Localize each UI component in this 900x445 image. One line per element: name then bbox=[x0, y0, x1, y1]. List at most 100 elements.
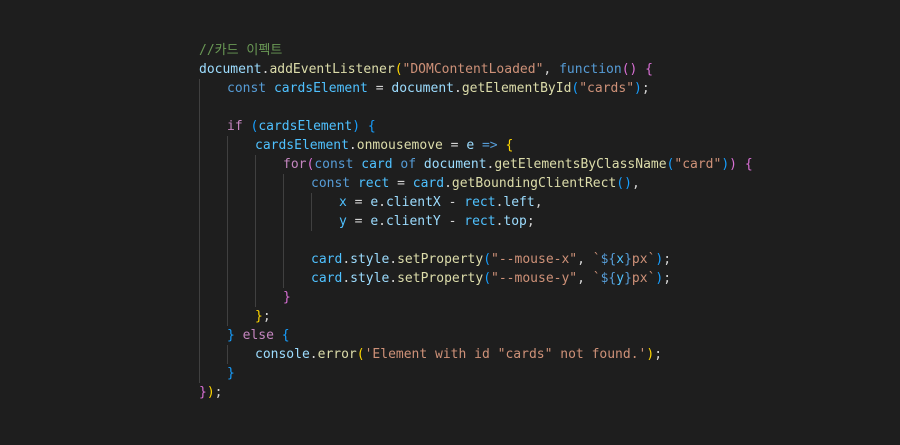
indent-guide bbox=[255, 231, 256, 250]
code-line[interactable]: } else { bbox=[199, 326, 753, 345]
code-token: = bbox=[389, 176, 413, 191]
indent-guide bbox=[199, 288, 200, 307]
code-token: = bbox=[442, 138, 467, 153]
indent-guide bbox=[283, 269, 284, 288]
code-token: , bbox=[631, 176, 640, 191]
indent-guide bbox=[199, 250, 200, 269]
code-line[interactable]: for(const card of document.getElementsBy… bbox=[199, 155, 753, 174]
code-token: rect bbox=[357, 176, 390, 191]
code-line[interactable]: x = e.clientX - rect.left, bbox=[199, 193, 753, 212]
code-token: px` bbox=[631, 252, 656, 267]
line-content: y = e.clientY - rect.top; bbox=[339, 214, 535, 229]
code-line[interactable] bbox=[199, 231, 753, 250]
line-content: } bbox=[227, 366, 235, 381]
indent-guide bbox=[283, 250, 284, 269]
code-token: document bbox=[199, 62, 262, 77]
code-token: , bbox=[534, 195, 543, 210]
code-token: } bbox=[624, 271, 632, 286]
code-token: for bbox=[283, 157, 307, 172]
code-token: clientX bbox=[385, 195, 441, 210]
code-token: { bbox=[367, 119, 376, 134]
code-line[interactable]: y = e.clientY - rect.top; bbox=[199, 212, 753, 231]
code-token: . bbox=[378, 214, 386, 229]
code-line[interactable]: card.style.setProperty("--mouse-y", `${y… bbox=[199, 269, 753, 288]
code-line[interactable] bbox=[199, 98, 753, 117]
line-content: console.error('Element with id "cards" n… bbox=[255, 347, 662, 362]
code-token: getElementsByClassName bbox=[494, 157, 667, 172]
code-token: , bbox=[577, 252, 593, 267]
code-token: , bbox=[577, 271, 593, 286]
code-token: ; bbox=[663, 252, 672, 267]
code-token: ` bbox=[592, 271, 601, 286]
code-token: style bbox=[350, 252, 390, 267]
code-token: document bbox=[391, 81, 454, 96]
code-token: of bbox=[400, 157, 417, 172]
code-token: => bbox=[481, 138, 498, 153]
indent-guide bbox=[227, 307, 228, 326]
indent-guide bbox=[199, 136, 200, 155]
code-token: rect bbox=[464, 195, 496, 210]
code-token: if bbox=[227, 119, 243, 134]
code-line[interactable]: } bbox=[199, 364, 753, 383]
code-line[interactable]: }); bbox=[199, 383, 753, 402]
indent-guide bbox=[199, 364, 200, 383]
indent-guide bbox=[283, 212, 284, 231]
code-token: y bbox=[339, 214, 347, 229]
code-line[interactable]: const cardsElement = document.getElement… bbox=[199, 79, 753, 98]
indent-guide bbox=[227, 250, 228, 269]
code-token: } bbox=[624, 252, 632, 267]
code-token: ; bbox=[641, 81, 650, 96]
code-line[interactable]: console.error('Element with id "cards" n… bbox=[199, 345, 753, 364]
indent-guide bbox=[255, 212, 256, 231]
code-block[interactable]: //카드 이펙트 document.addEventListener("DOMCo… bbox=[199, 41, 753, 402]
code-token: left bbox=[503, 195, 535, 210]
indent-guide bbox=[227, 155, 228, 174]
code-line[interactable]: }; bbox=[199, 307, 753, 326]
code-token: { bbox=[645, 62, 653, 77]
code-line[interactable]: } bbox=[199, 288, 753, 307]
code-line[interactable]: if (cardsElement) { bbox=[199, 117, 753, 136]
indent-guide bbox=[311, 193, 312, 212]
code-line[interactable]: const rect = card.getBoundingClientRect(… bbox=[199, 174, 753, 193]
code-line[interactable]: card.style.setProperty("--mouse-x", `${x… bbox=[199, 250, 753, 269]
code-line[interactable]: document.addEventListener("DOMContentLoa… bbox=[199, 60, 753, 79]
line-content: const rect = card.getBoundingClientRect(… bbox=[311, 176, 640, 191]
indent-guide bbox=[199, 212, 200, 231]
line-content: }); bbox=[199, 385, 222, 400]
indent-guide bbox=[255, 288, 256, 307]
line-content: card.style.setProperty("--mouse-x", `${x… bbox=[311, 252, 671, 267]
code-editor[interactable]: //카드 이펙트 document.addEventListener("DOMCo… bbox=[0, 0, 900, 445]
code-token: addEventListener bbox=[269, 62, 395, 77]
indent-guide bbox=[227, 231, 228, 250]
indent-guide bbox=[199, 345, 200, 364]
indent-guide bbox=[255, 250, 256, 269]
code-token: x bbox=[339, 195, 347, 210]
indent-guide bbox=[199, 307, 200, 326]
indent-guide bbox=[199, 155, 200, 174]
code-token: console bbox=[255, 347, 310, 362]
indent-guide bbox=[199, 98, 200, 117]
code-token: error bbox=[317, 347, 357, 362]
indent-guide bbox=[283, 174, 284, 193]
code-token: getElementById bbox=[461, 81, 572, 96]
code-token: "cards" bbox=[579, 81, 635, 96]
code-token: y bbox=[616, 271, 625, 286]
code-line[interactable]: //카드 이펙트 bbox=[199, 41, 753, 60]
code-token: { bbox=[744, 157, 753, 172]
code-token: , bbox=[543, 62, 560, 77]
code-token: = bbox=[346, 214, 371, 229]
indent-guide bbox=[255, 193, 256, 212]
line-content: const cardsElement = document.getElement… bbox=[227, 81, 650, 96]
line-content: card.style.setProperty("--mouse-y", `${y… bbox=[311, 271, 671, 286]
code-token: { bbox=[505, 138, 514, 153]
code-line[interactable]: cardsElement.onmousemove = e => { bbox=[199, 136, 753, 155]
code-token: = bbox=[346, 195, 371, 210]
code-token: ; bbox=[262, 309, 271, 324]
indent-guide bbox=[283, 193, 284, 212]
line-content: //카드 이펙트 bbox=[199, 43, 282, 58]
code-token: e bbox=[466, 138, 475, 153]
code-token: rect bbox=[464, 214, 496, 229]
